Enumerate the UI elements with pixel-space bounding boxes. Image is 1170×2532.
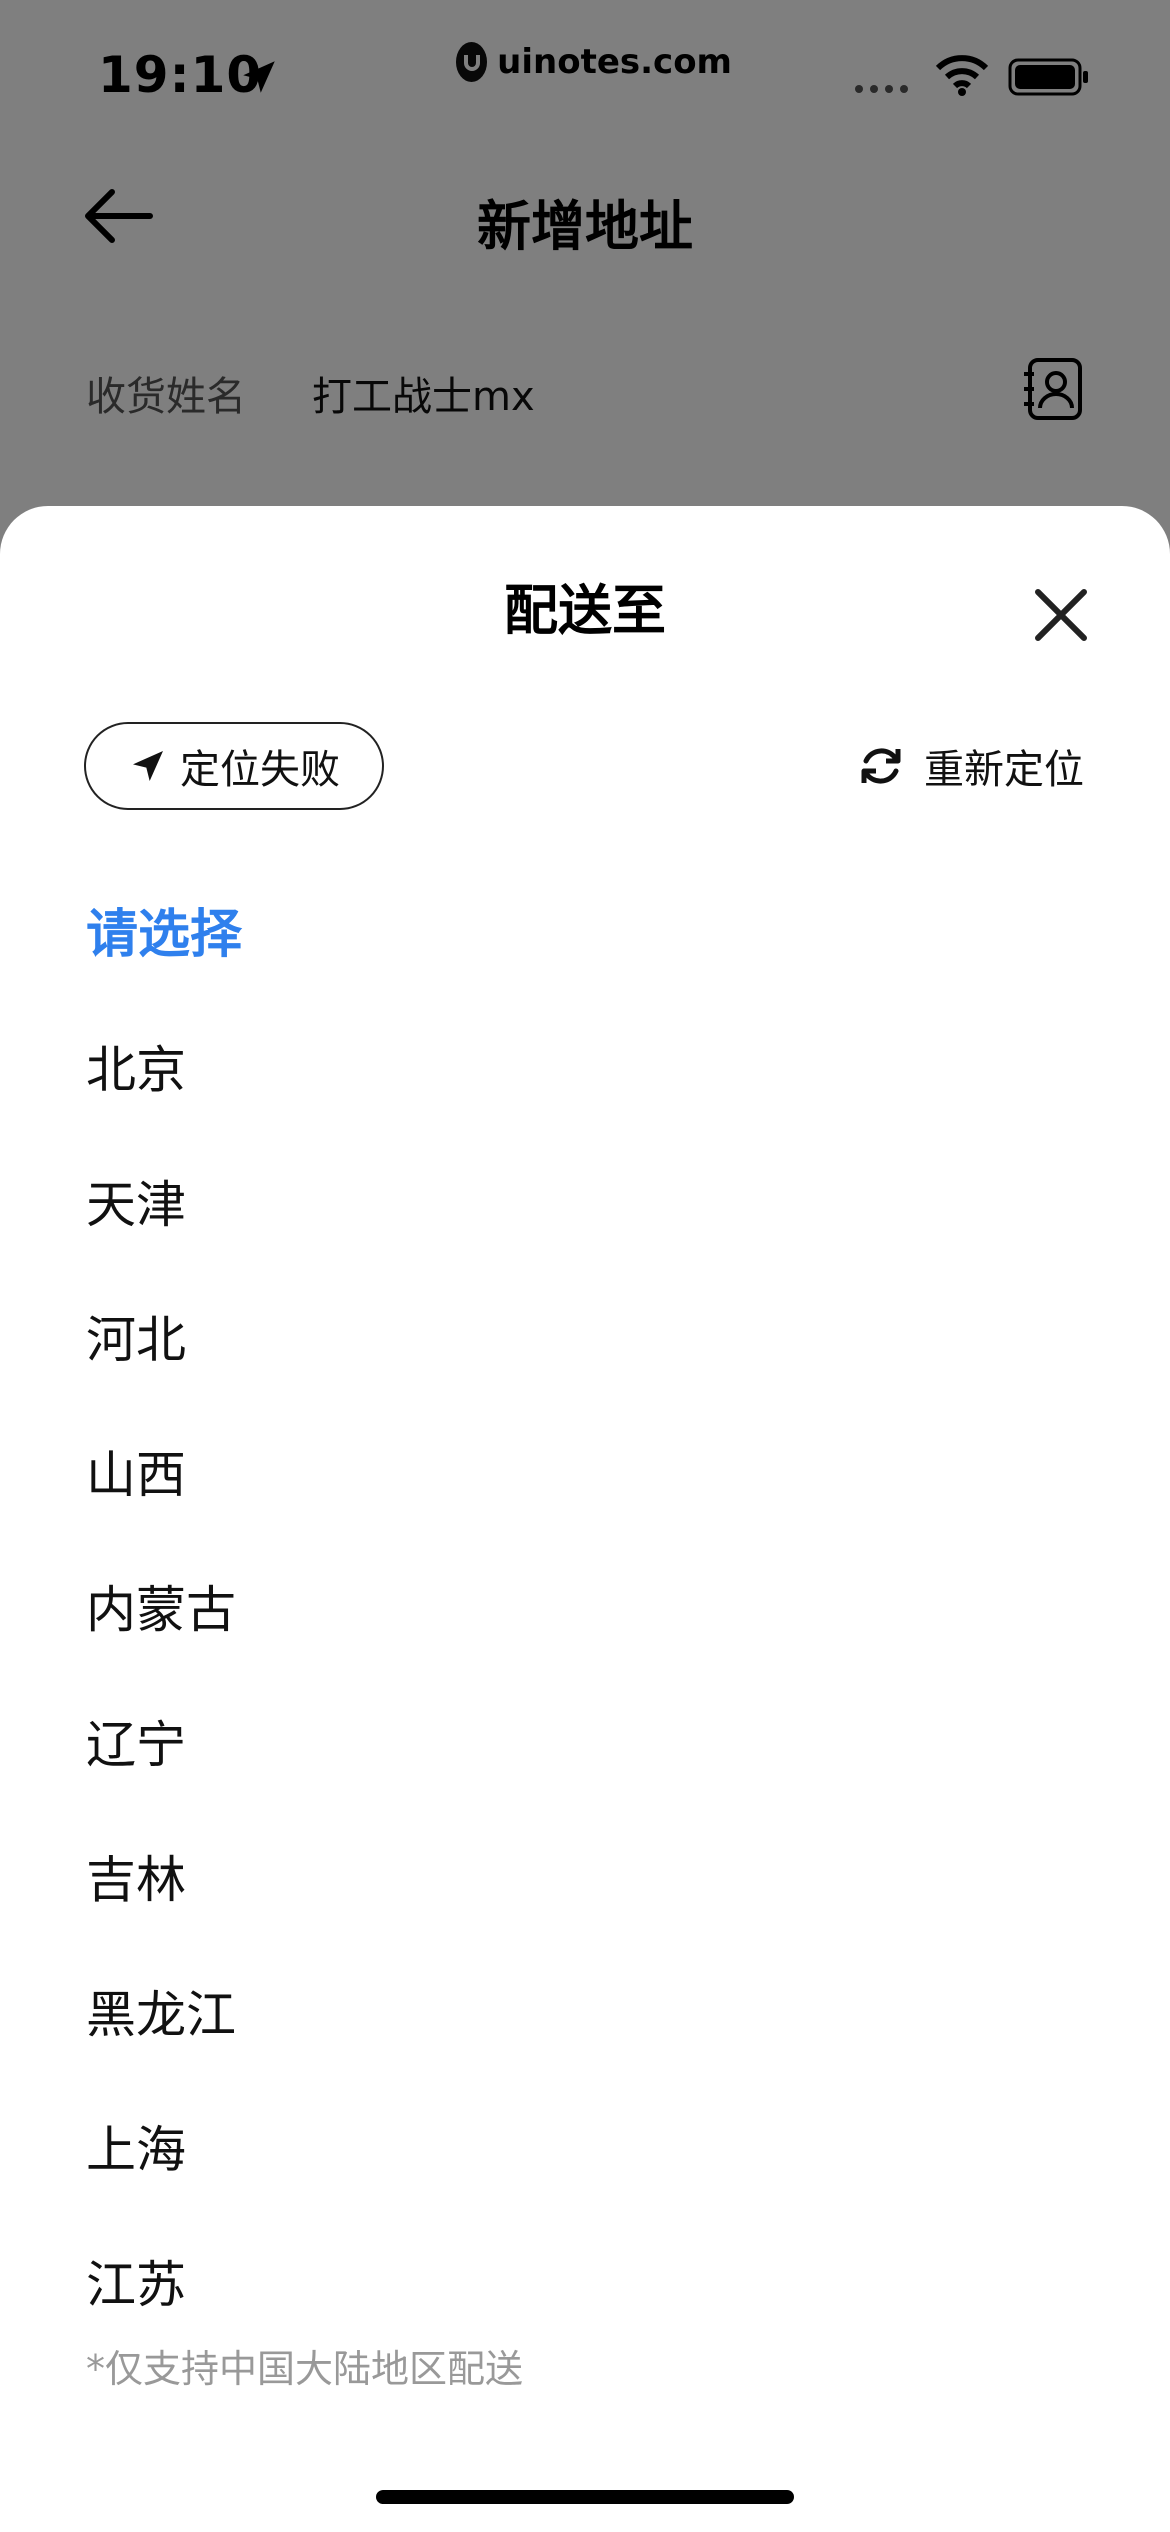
- delivery-region-sheet: 配送至 定位失败 重新定位 请选择 北京 天津 河北 山西 内蒙古 辽宁 吉林 …: [0, 506, 1170, 2532]
- relocate-button[interactable]: 重新定位: [856, 734, 1084, 798]
- relocate-label: 重新定位: [924, 747, 1084, 793]
- home-indicator[interactable]: [376, 2490, 794, 2504]
- list-item[interactable]: 北京: [86, 1022, 236, 1157]
- list-item[interactable]: 山西: [86, 1427, 236, 1562]
- select-prompt-tab[interactable]: 请选择: [86, 892, 242, 967]
- refresh-icon: [861, 748, 901, 784]
- sheet-title: 配送至: [504, 579, 666, 642]
- location-status-pill[interactable]: 定位失败: [84, 722, 384, 810]
- list-item[interactable]: 上海: [86, 2102, 236, 2237]
- list-item[interactable]: 吉林: [86, 1832, 236, 1967]
- location-status-text: 定位失败: [180, 747, 340, 793]
- list-item[interactable]: 河北: [86, 1292, 236, 1427]
- province-list: 北京 天津 河北 山西 内蒙古 辽宁 吉林 黑龙江 上海 江苏: [86, 1022, 236, 2372]
- list-item[interactable]: 辽宁: [86, 1697, 236, 1832]
- location-arrow-icon: [133, 751, 163, 781]
- delivery-footnote: *仅支持中国大陆地区配送: [86, 2347, 524, 2391]
- list-item[interactable]: 内蒙古: [86, 1562, 236, 1697]
- list-item[interactable]: 黑龙江: [86, 1967, 236, 2102]
- list-item[interactable]: 天津: [86, 1157, 236, 1292]
- close-icon[interactable]: [1030, 584, 1092, 646]
